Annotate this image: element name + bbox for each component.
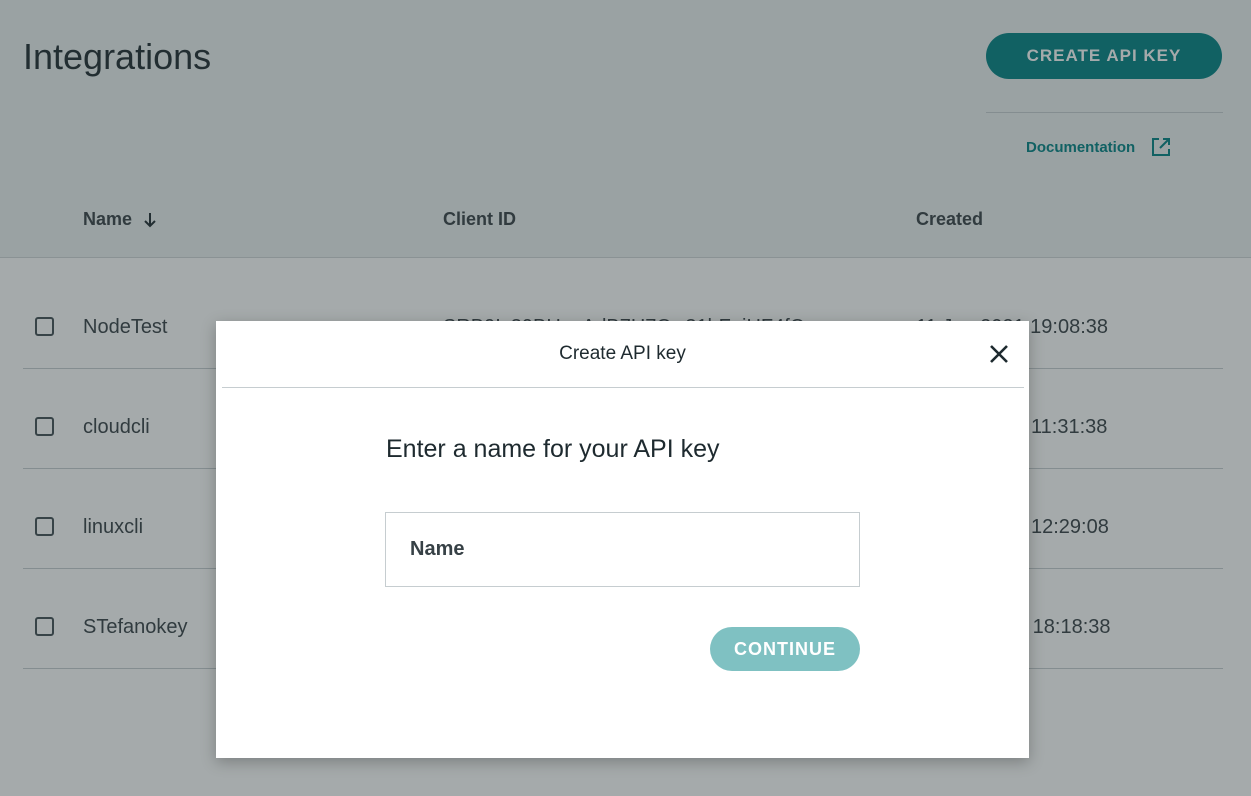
dialog-prompt: Enter a name for your API key xyxy=(386,435,720,463)
close-icon xyxy=(990,345,1008,363)
continue-button[interactable]: CONTINUE xyxy=(710,627,860,671)
api-key-name-input[interactable] xyxy=(385,512,860,587)
dialog-title: Create API key xyxy=(559,343,686,364)
close-button[interactable] xyxy=(986,341,1012,367)
create-api-key-dialog: Create API key Enter a name for your API… xyxy=(216,321,1029,758)
dialog-divider xyxy=(222,387,1024,388)
